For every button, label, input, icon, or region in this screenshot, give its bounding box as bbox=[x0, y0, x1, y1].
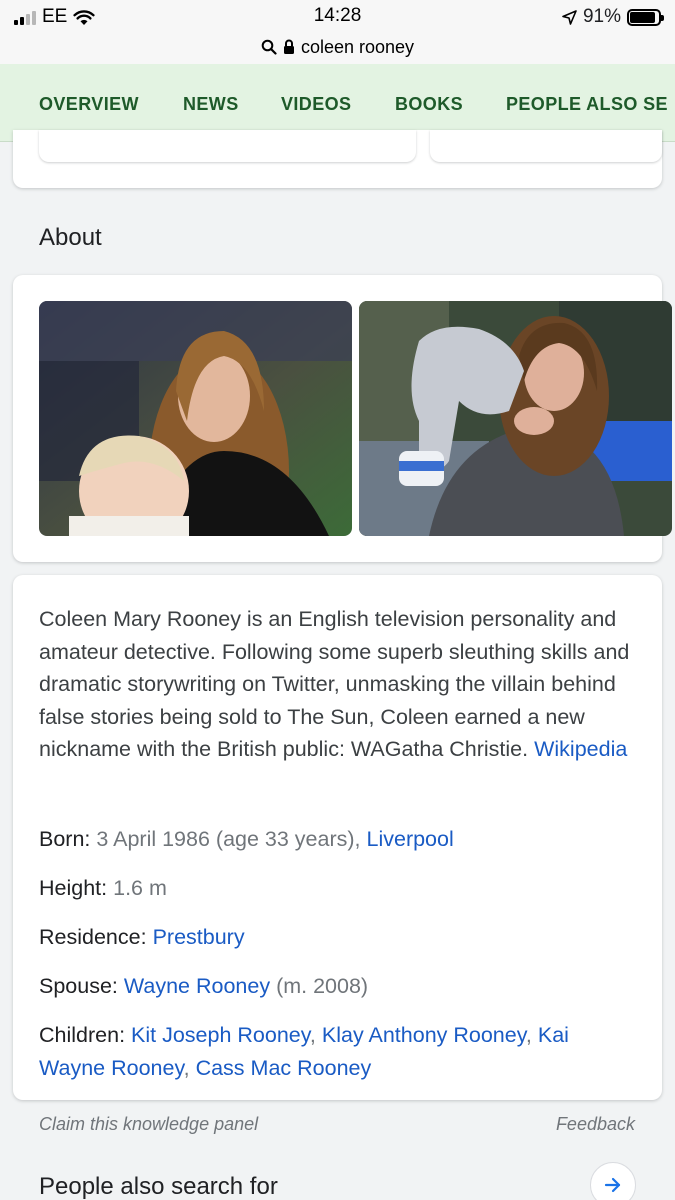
fact-spouse-label: Spouse: bbox=[39, 974, 118, 998]
location-arrow-icon bbox=[562, 9, 577, 25]
search-icon bbox=[261, 39, 277, 55]
fact-born-value: 3 April 1986 (age 33 years), bbox=[96, 827, 361, 851]
fact-children: Children: Kit Joseph Rooney, Klay Anthon… bbox=[39, 1019, 639, 1084]
tab-overview[interactable]: OVERVIEW bbox=[39, 94, 139, 115]
photo-2[interactable] bbox=[359, 301, 672, 536]
lock-icon bbox=[283, 39, 294, 54]
description-text: Coleen Mary Rooney is an English televis… bbox=[39, 603, 639, 766]
fact-born: Born: 3 April 1986 (age 33 years), Liver… bbox=[39, 823, 639, 856]
fact-residence-link[interactable]: Prestbury bbox=[153, 925, 245, 949]
fact-height: Height: 1.6 m bbox=[39, 872, 639, 905]
photo-1-image bbox=[39, 301, 352, 536]
fact-spouse-link[interactable]: Wayne Rooney bbox=[124, 974, 270, 998]
url-query: coleen rooney bbox=[300, 36, 415, 57]
child-link-2[interactable]: Klay Anthony Rooney bbox=[322, 1023, 526, 1047]
fact-height-value: 1.6 m bbox=[113, 876, 167, 900]
children-separator: , bbox=[183, 1055, 190, 1080]
battery-percent: 91% bbox=[582, 6, 621, 27]
fact-children-label: Children: bbox=[39, 1023, 126, 1047]
battery-fill bbox=[630, 11, 656, 23]
tab-videos[interactable]: VIDEOS bbox=[281, 94, 351, 115]
tab-news[interactable]: NEWS bbox=[183, 94, 239, 115]
tab-books[interactable]: BOOKS bbox=[395, 94, 463, 115]
fact-spouse-value: (m. 2008) bbox=[276, 974, 369, 998]
feedback-link[interactable]: Feedback bbox=[556, 1114, 635, 1135]
photo-2-image bbox=[359, 301, 672, 536]
about-heading: About bbox=[39, 224, 102, 251]
previous-item-card-2[interactable] bbox=[430, 130, 662, 162]
arrow-right-icon bbox=[604, 1177, 621, 1193]
claim-panel-link[interactable]: Claim this knowledge panel bbox=[39, 1114, 258, 1135]
child-link-1[interactable]: Kit Joseph Rooney bbox=[131, 1023, 310, 1047]
fact-height-label: Height: bbox=[39, 876, 108, 900]
fact-residence-label: Residence: bbox=[39, 925, 147, 949]
fact-residence: Residence: Prestbury bbox=[39, 921, 639, 954]
url-bar[interactable]: coleen rooney bbox=[0, 30, 675, 64]
battery-icon bbox=[627, 8, 664, 26]
children-separator: , bbox=[309, 1023, 316, 1047]
photo-1[interactable] bbox=[39, 301, 352, 536]
children-separator: , bbox=[525, 1023, 532, 1047]
child-link-4[interactable]: Cass Mac Rooney bbox=[196, 1056, 372, 1080]
fact-spouse: Spouse: Wayne Rooney (m. 2008) bbox=[39, 970, 639, 1003]
previous-item-card-1[interactable] bbox=[39, 130, 416, 162]
people-also-search-heading: People also search for bbox=[39, 1173, 278, 1200]
status-right: 91% bbox=[562, 6, 664, 28]
fact-born-label: Born: bbox=[39, 827, 91, 851]
tab-people-also-search[interactable]: PEOPLE ALSO SE bbox=[506, 94, 668, 115]
wikipedia-link[interactable]: Wikipedia bbox=[534, 737, 627, 761]
status-bar: EE 14:28 91% bbox=[0, 0, 675, 34]
people-also-search-arrow-button[interactable] bbox=[590, 1162, 636, 1200]
fact-born-place-link[interactable]: Liverpool bbox=[367, 827, 454, 851]
